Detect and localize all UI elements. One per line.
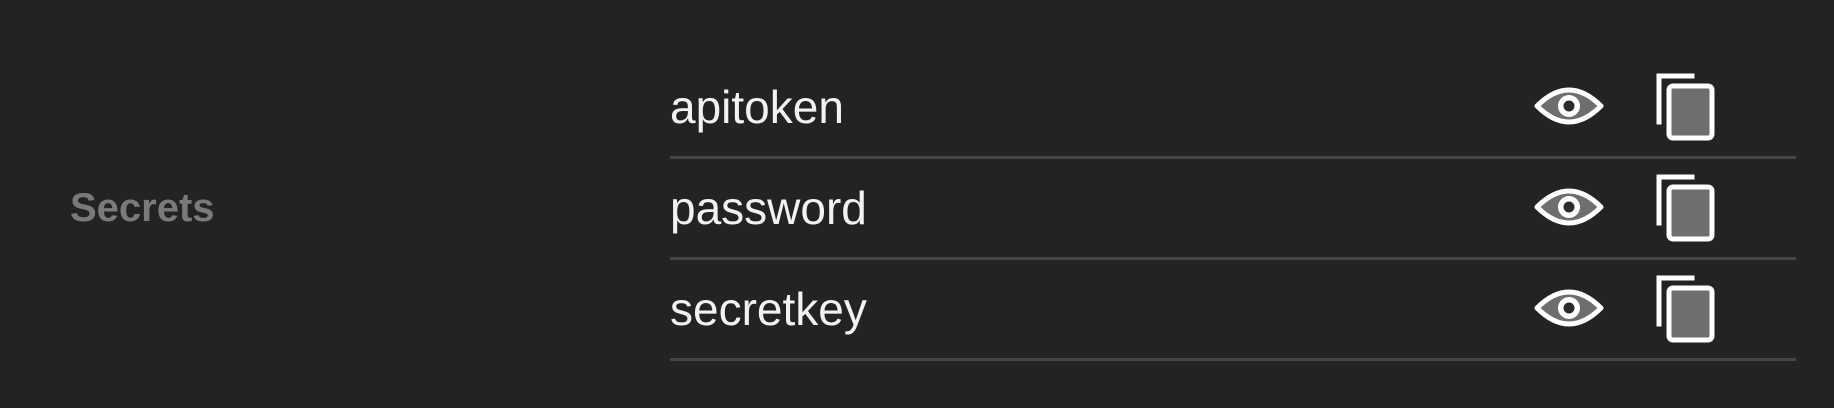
copy-icon bbox=[1656, 73, 1715, 141]
secret-name: secretkey bbox=[670, 283, 867, 335]
secret-row: secretkey bbox=[670, 260, 1796, 361]
reveal-secret-button[interactable] bbox=[1534, 283, 1604, 333]
reveal-secret-button[interactable] bbox=[1534, 182, 1604, 232]
eye-icon bbox=[1534, 188, 1604, 226]
secret-name: password bbox=[670, 182, 867, 234]
secret-row: password bbox=[670, 159, 1796, 260]
copy-secret-button[interactable] bbox=[1655, 72, 1717, 142]
copy-secret-button[interactable] bbox=[1655, 173, 1717, 243]
copy-icon bbox=[1656, 275, 1715, 343]
section-label-secrets: Secrets bbox=[70, 186, 215, 230]
reveal-secret-button[interactable] bbox=[1534, 81, 1604, 131]
secrets-list: apitoken password secretkey bbox=[670, 58, 1796, 361]
copy-icon bbox=[1656, 174, 1715, 242]
eye-icon bbox=[1534, 87, 1604, 125]
eye-icon bbox=[1534, 289, 1604, 327]
copy-secret-button[interactable] bbox=[1655, 274, 1717, 344]
secret-row: apitoken bbox=[670, 58, 1796, 159]
secret-name: apitoken bbox=[670, 81, 844, 133]
